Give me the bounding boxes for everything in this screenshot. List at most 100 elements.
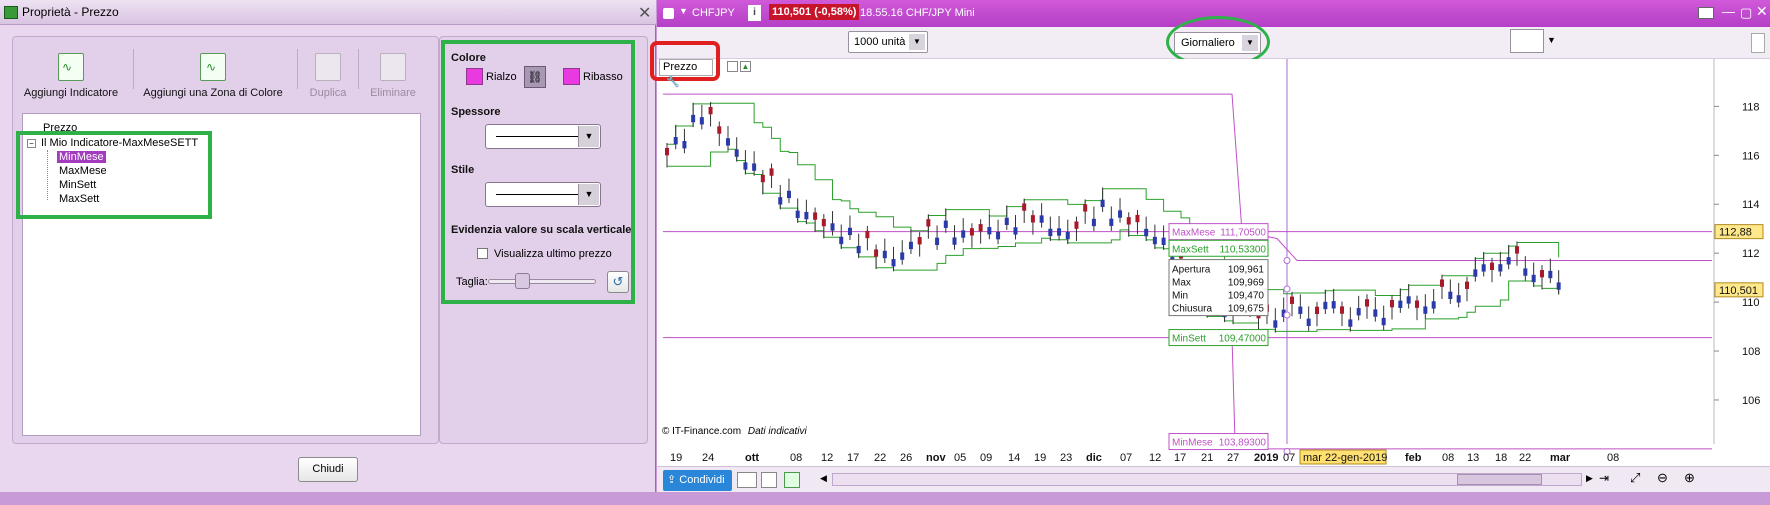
- maximize-icon[interactable]: ▢: [1740, 5, 1752, 21]
- line-style-select[interactable]: ▼: [485, 182, 601, 207]
- candle-body: [1126, 217, 1131, 225]
- ohlc-label: Min: [1172, 291, 1188, 302]
- x-tick-label: 07: [1283, 452, 1295, 464]
- candle-body: [1481, 264, 1486, 272]
- candle-body: [1540, 270, 1544, 278]
- x-tick-label: 13: [1467, 452, 1479, 464]
- x-tick-label: 08: [1442, 452, 1454, 464]
- chevron-down-icon: ▼: [578, 184, 599, 205]
- x-tick-label: 22: [1519, 452, 1531, 464]
- size-label: Taglia:: [456, 276, 488, 288]
- candle-body: [874, 249, 879, 257]
- candle-body: [830, 223, 835, 231]
- menu-chevron-icon[interactable]: ▼: [679, 6, 688, 16]
- thickness-select[interactable]: ▼: [485, 124, 601, 149]
- watermark: © IT-Finance.com Dati indicativi: [662, 426, 807, 437]
- close-icon[interactable]: ✕: [1756, 3, 1768, 20]
- candle-body: [1356, 308, 1361, 316]
- list-icon[interactable]: [761, 472, 777, 488]
- candle-body: [1465, 281, 1469, 289]
- fall-color-swatch[interactable]: [563, 68, 580, 85]
- link-icon[interactable]: ⛓: [524, 66, 546, 88]
- add-indicator-button[interactable]: ∿ Aggiungi Indicatore: [21, 53, 121, 99]
- side-panel-icon[interactable]: [1751, 33, 1765, 53]
- scroll-right-icon[interactable]: ▶: [1586, 473, 1593, 484]
- units-select[interactable]: 1000 unità ▼: [848, 31, 928, 53]
- candle-body: [1057, 228, 1062, 236]
- pin-icon[interactable]: [727, 61, 738, 72]
- x-tick-label: 18: [1495, 452, 1507, 464]
- add-indicator-icon: ∿: [58, 53, 84, 81]
- share-button[interactable]: ⇪ Condividi: [663, 470, 732, 491]
- candle-body: [1022, 203, 1027, 211]
- candle-body: [917, 237, 922, 245]
- candle-body: [1490, 262, 1494, 270]
- candle-body: [900, 252, 905, 260]
- indicator-icon[interactable]: [737, 472, 757, 488]
- candle-body: [1431, 301, 1436, 309]
- scroll-left-icon[interactable]: ◀: [820, 473, 827, 484]
- reset-icon[interactable]: ↺: [607, 271, 629, 293]
- x-tick-label: 19: [670, 452, 682, 464]
- price-chart[interactable]: 118 116 114 112 110 108 106 112,88 110,501 MaxMes…: [657, 59, 1770, 505]
- title-rest: 18.55.16 CHF/JPY Mini: [860, 7, 975, 19]
- size-slider-handle[interactable]: [515, 273, 530, 289]
- toolbar-divider: [297, 49, 298, 89]
- candle-body: [1083, 204, 1088, 212]
- size-slider-track[interactable]: [488, 279, 596, 284]
- x-tick-label: 05: [954, 452, 966, 464]
- candle-body: [1109, 218, 1114, 226]
- close-icon[interactable]: ✕: [638, 3, 651, 23]
- highlight-label: Evidenzia valore su scala verticale: [451, 224, 632, 236]
- y-tick-label: 108: [1742, 346, 1760, 358]
- add-color-zone-icon: ∿: [200, 53, 226, 81]
- candle-body: [1306, 318, 1311, 326]
- info-icon[interactable]: i: [748, 5, 761, 21]
- chevron-down-icon: ▼: [909, 34, 925, 50]
- crosshair-dot: [1283, 257, 1291, 264]
- candle-body: [1548, 270, 1553, 279]
- chart-bottom-bar: ⇪ Condividi ◀ ▶ ⇥ ⤢ ⊖ ⊕: [657, 466, 1770, 492]
- candle-body: [1456, 295, 1461, 303]
- toolbar-divider: [358, 49, 359, 89]
- window-icon: [663, 8, 674, 19]
- candle-body: [760, 174, 765, 183]
- zoom-fit-icon[interactable]: ⤢: [1630, 470, 1640, 486]
- candle-body: [847, 227, 852, 236]
- candle-body: [1013, 227, 1018, 235]
- candle-body: [882, 250, 887, 259]
- keyboard-icon[interactable]: [1698, 7, 1714, 19]
- candle-body: [1039, 215, 1044, 223]
- show-last-checkbox[interactable]: [477, 248, 488, 259]
- zoom-out-icon[interactable]: ⊖: [1657, 470, 1668, 486]
- y-tick-label: 118: [1742, 101, 1760, 113]
- candle-body: [943, 220, 948, 228]
- candle-body: [1004, 217, 1009, 226]
- zoom-in-icon[interactable]: ⊕: [1684, 470, 1695, 486]
- close-button[interactable]: Chiudi: [298, 457, 358, 482]
- candle-body: [1506, 257, 1511, 265]
- scroll-thumb[interactable]: [1457, 474, 1542, 485]
- rise-color-swatch[interactable]: [466, 68, 483, 85]
- chevron-down-icon[interactable]: ▼: [1547, 35, 1556, 45]
- price-tag[interactable]: Prezzo🔧: [659, 59, 713, 88]
- candle-body: [1448, 291, 1453, 300]
- x-tick-label: dic: [1086, 452, 1102, 464]
- y-tick-label: 114: [1742, 199, 1760, 211]
- x-tick-label: 09: [980, 452, 992, 464]
- layers-icon[interactable]: [784, 472, 800, 488]
- go-to-end-icon[interactable]: ⇥: [1599, 471, 1609, 485]
- delete-button[interactable]: Eliminare: [363, 53, 423, 99]
- candle-body: [926, 219, 931, 227]
- add-color-zone-button[interactable]: ∿ Aggiungi una Zona di Colore: [143, 53, 283, 99]
- minimize-icon[interactable]: —: [1722, 4, 1735, 19]
- candle-body: [856, 245, 861, 254]
- x-tick-label: 08: [790, 452, 802, 464]
- chart-type-icon[interactable]: [1510, 29, 1544, 53]
- duplicate-button[interactable]: Duplica: [303, 53, 353, 99]
- series-name-label: MinSett: [1172, 334, 1206, 345]
- ohlc-value: 109,675: [1228, 304, 1265, 315]
- x-tick-label: 24: [702, 452, 714, 464]
- candle-body: [1398, 300, 1403, 308]
- arrow-up-icon[interactable]: ▲: [740, 61, 751, 72]
